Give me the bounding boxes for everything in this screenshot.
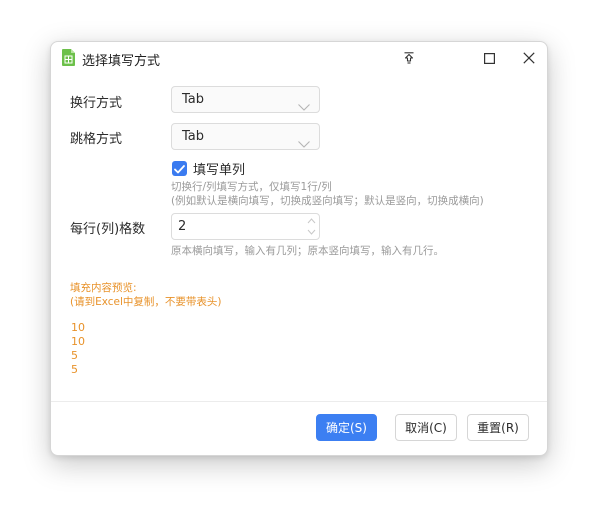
preview-note: (请到Excel中复制，不要带表头) — [70, 296, 222, 308]
reset-button[interactable]: 重置(R) — [467, 414, 529, 441]
chevron-down-icon — [298, 133, 310, 152]
preview-value: 10 — [71, 321, 85, 334]
preview-value: 10 — [71, 335, 85, 348]
close-button[interactable] — [519, 48, 539, 68]
fill-mode-dialog: 选择填写方式 换行方式 Tab 跳格方式 Tab 填写单列 切换行/列填写方式，… — [50, 41, 548, 456]
single-column-checkbox[interactable] — [172, 161, 187, 176]
jump-mode-value: Tab — [182, 129, 205, 144]
cells-per-row-label: 每行(列)格数 — [70, 222, 146, 237]
wrap-mode-value: Tab — [182, 92, 205, 107]
cells-per-row-value: 2 — [178, 219, 187, 234]
cells-per-row-hint: 原本横向填写，输入有几列；原本竖向填写，输入有几行。 — [171, 245, 444, 257]
single-column-hint: 切换行/列填写方式，仅填写1行/列 — [171, 181, 332, 193]
checkmark-icon — [174, 159, 185, 178]
preview-title: 填充内容预览: — [70, 282, 137, 294]
dialog-title: 选择填写方式 — [82, 54, 161, 69]
single-column-example: (例如默认是横向填写，切换成竖向填写；默认是竖向，切换成横向) — [171, 195, 484, 207]
cancel-button[interactable]: 取消(C) — [395, 414, 457, 441]
close-icon — [523, 52, 535, 64]
preview-value: 5 — [71, 363, 78, 376]
spreadsheet-app-icon — [62, 49, 75, 66]
maximize-button[interactable] — [479, 48, 499, 68]
wrap-mode-label: 换行方式 — [70, 96, 123, 111]
single-column-label[interactable]: 填写单列 — [193, 159, 245, 178]
jump-mode-label: 跳格方式 — [70, 132, 123, 147]
maximize-icon — [483, 52, 495, 64]
pin-button[interactable] — [399, 48, 419, 68]
jump-mode-select[interactable]: Tab — [171, 123, 320, 150]
chevron-down-icon — [298, 96, 310, 115]
stepper-arrows-icon[interactable] — [307, 217, 316, 236]
title-bar: 选择填写方式 — [51, 42, 547, 74]
confirm-button[interactable]: 确定(S) — [316, 414, 377, 441]
cells-per-row-stepper[interactable]: 2 — [171, 213, 320, 240]
preview-value: 5 — [71, 349, 78, 362]
pin-icon — [403, 52, 415, 64]
footer-divider — [51, 401, 547, 402]
wrap-mode-select[interactable]: Tab — [171, 86, 320, 113]
